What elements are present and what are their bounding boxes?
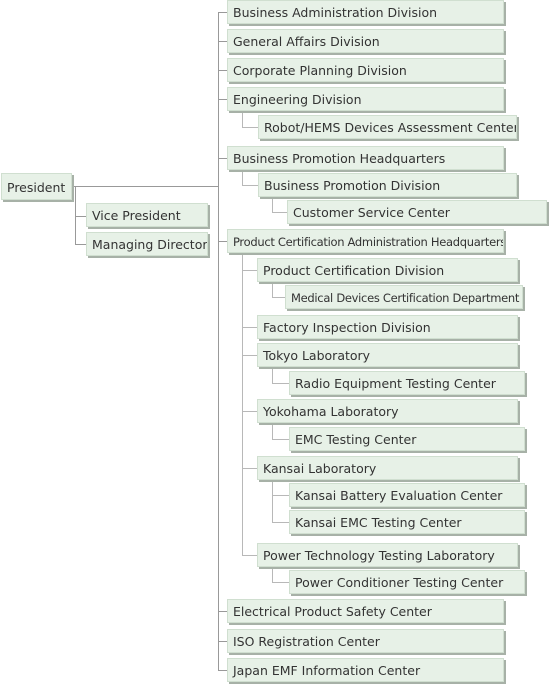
electrical-safety-center: Electrical Product Safety Center bbox=[227, 599, 504, 623]
business-promotion-hq: Business Promotion Headquarters bbox=[227, 146, 504, 170]
connector-line bbox=[272, 582, 289, 583]
managing-director-box: Managing Director bbox=[86, 232, 208, 256]
factory-inspection-division: Factory Inspection Division bbox=[257, 315, 518, 339]
connector-line bbox=[242, 270, 257, 271]
connector-line bbox=[218, 158, 227, 159]
pca-hq: Product Certification Administration Hea… bbox=[227, 229, 504, 253]
connector-line bbox=[272, 297, 285, 298]
corporate-planning-division: Corporate Planning Division bbox=[227, 58, 504, 82]
engineering-division: Engineering Division bbox=[227, 87, 504, 111]
connector-line bbox=[218, 12, 219, 671]
power-conditioner-center: Power Conditioner Testing Center bbox=[289, 570, 525, 594]
iso-registration-center: ISO Registration Center bbox=[227, 629, 504, 653]
vice-president-box: Vice President bbox=[86, 203, 208, 227]
connector-line bbox=[242, 112, 243, 127]
connector-line bbox=[242, 171, 243, 185]
president-box: President bbox=[1, 173, 72, 200]
connector-line bbox=[72, 186, 218, 187]
connector-line bbox=[242, 254, 243, 556]
connector-line bbox=[272, 282, 273, 297]
kansai-battery-center: Kansai Battery Evaluation Center bbox=[289, 483, 525, 507]
connector-line bbox=[242, 468, 257, 469]
connector-line bbox=[272, 522, 289, 523]
connector-line bbox=[75, 216, 86, 217]
connector-line bbox=[218, 70, 227, 71]
product-certification-division: Product Certification Division bbox=[257, 258, 518, 282]
general-affairs-division: General Affairs Division bbox=[227, 29, 504, 53]
yokohama-laboratory: Yokohama Laboratory bbox=[257, 399, 518, 423]
connector-line bbox=[272, 212, 287, 213]
connector-line bbox=[272, 495, 289, 496]
kansai-emc-center: Kansai EMC Testing Center bbox=[289, 510, 525, 534]
connector-line bbox=[272, 439, 289, 440]
connector-line bbox=[218, 12, 227, 13]
customer-service-center: Customer Service Center bbox=[287, 200, 547, 224]
connector-line bbox=[242, 355, 257, 356]
connector-line bbox=[272, 568, 273, 582]
connector-line bbox=[218, 241, 227, 242]
connector-line bbox=[272, 424, 273, 439]
connector-line bbox=[218, 41, 227, 42]
medical-devices-department: Medical Devices Certification Department bbox=[285, 285, 523, 309]
connector-line bbox=[242, 185, 258, 186]
japan-emf-center: Japan EMF Information Center bbox=[227, 658, 504, 682]
connector-line bbox=[75, 244, 86, 245]
connector-line bbox=[242, 555, 257, 556]
radio-equipment-center: Radio Equipment Testing Center bbox=[289, 371, 525, 395]
connector-line bbox=[272, 481, 273, 522]
connector-line bbox=[272, 368, 273, 383]
connector-line bbox=[218, 641, 227, 642]
robot-hems-center: Robot/HEMS Devices Assessment Center bbox=[258, 115, 517, 139]
connector-line bbox=[242, 411, 257, 412]
connector-line bbox=[218, 611, 227, 612]
connector-line bbox=[272, 197, 273, 212]
business-promotion-division: Business Promotion Division bbox=[258, 173, 517, 197]
connector-line bbox=[272, 383, 289, 384]
connector-line bbox=[218, 670, 227, 671]
connector-line bbox=[242, 127, 258, 128]
connector-line bbox=[218, 99, 227, 100]
connector-line bbox=[242, 327, 257, 328]
emc-testing-center: EMC Testing Center bbox=[289, 427, 525, 451]
kansai-laboratory: Kansai Laboratory bbox=[257, 456, 518, 480]
power-technology-lab: Power Technology Testing Laboratory bbox=[257, 543, 518, 567]
tokyo-laboratory: Tokyo Laboratory bbox=[257, 343, 518, 367]
business-admin-division: Business Administration Division bbox=[227, 0, 504, 24]
